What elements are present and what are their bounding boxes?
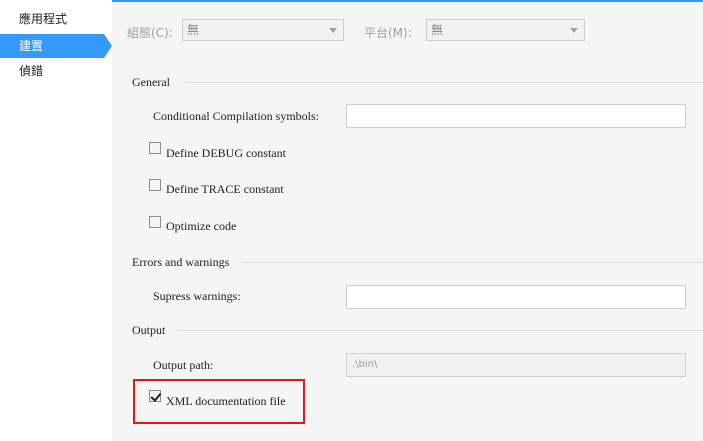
errors-section-heading: Errors and warnings [132,255,230,269]
optimize-code-label: Optimize code [166,219,237,233]
sidebar-item-debug[interactable]: 偵錯 [0,59,104,83]
define-debug-label: Define DEBUG constant [166,146,286,160]
output-divider [178,330,703,331]
output-section-heading: Output [132,323,166,337]
output-path-label: Output path: [153,358,214,372]
sidebar-item-application[interactable]: 應用程式 [0,7,104,31]
build-settings-panel: 組態(C): 無 平台(M): 無 General Conditional Co… [112,0,703,441]
configuration-label: 組態(C): [127,26,173,40]
platform-select[interactable]: 無 [426,19,585,41]
xml-documentation-checkbox[interactable] [149,390,161,402]
optimize-code-checkbox[interactable] [149,216,161,228]
suppress-warnings-label: Supress warnings: [153,289,241,303]
output-path-input[interactable]: .\bin\ [346,353,686,377]
define-trace-label: Define TRACE constant [166,182,284,196]
sidebar-item-build[interactable]: 建置 [0,34,112,58]
suppress-warnings-input[interactable] [346,285,686,309]
define-trace-checkbox[interactable] [149,179,161,191]
general-section-heading: General [132,75,170,89]
chevron-down-icon [329,28,337,33]
sidebar: 應用程式 建置 偵錯 [0,0,112,441]
conditional-symbols-label: Conditional Compilation symbols: [153,109,320,123]
define-debug-checkbox[interactable] [149,142,161,154]
configuration-select[interactable]: 無 [182,19,344,41]
platform-select-value: 無 [431,23,444,37]
chevron-down-icon [570,28,578,33]
errors-divider [241,262,703,263]
general-divider [185,82,703,83]
configuration-select-value: 無 [187,23,200,37]
xml-documentation-label: XML documentation file [166,394,286,408]
platform-label: 平台(M): [364,26,412,40]
conditional-symbols-input[interactable] [346,104,686,128]
